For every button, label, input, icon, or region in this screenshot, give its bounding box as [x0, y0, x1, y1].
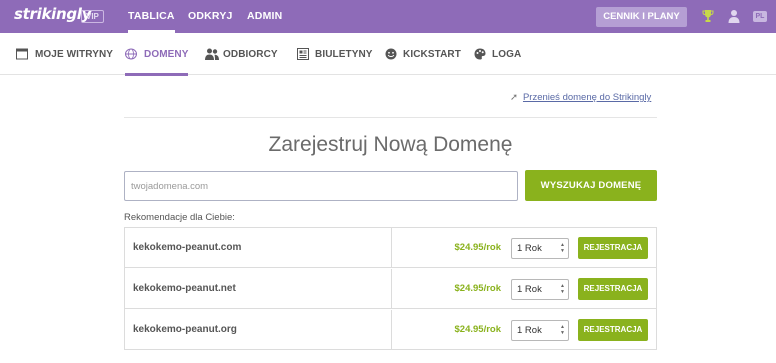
divider	[124, 117, 657, 118]
subnav-loga[interactable]: LOGA	[474, 33, 521, 75]
dashboard-subnav: MOJE WITRYNY DOMENY ODBIORCY BIULETYNY K…	[0, 33, 776, 76]
transfer-domain-link[interactable]: ➚ Przenieś domenę do Strikingly	[510, 92, 651, 103]
language-switcher[interactable]: PL	[753, 11, 767, 22]
column-divider	[391, 228, 392, 267]
transfer-domain-label: Przenieś domenę do Strikingly	[522, 92, 652, 103]
smile-icon	[385, 48, 397, 60]
recommendations-table: kekokemo-peanut.com $24.95/rok 1 Rok ▲ ▼ …	[124, 227, 657, 350]
table-row: kekokemo-peanut.com $24.95/rok 1 Rok ▲ ▼ …	[125, 228, 656, 268]
subnav-moje-witryny[interactable]: MOJE WITRYNY	[16, 33, 113, 75]
subnav-domeny[interactable]: DOMENY	[125, 33, 188, 76]
trophy-icon[interactable]	[702, 9, 714, 23]
palette-icon	[474, 48, 486, 60]
page-title: Zarejestruj Nową Domenę	[268, 133, 513, 156]
spinner-icon: ▲ ▼	[560, 242, 565, 254]
search-domain-button[interactable]: WYSZUKAJ DOMENĘ	[525, 170, 657, 201]
domain-price: $24.95/rok	[454, 283, 501, 294]
column-divider	[391, 310, 392, 350]
register-button[interactable]: REJESTRACJA	[578, 237, 648, 259]
users-icon	[205, 48, 219, 60]
spinner-icon: ▲ ▼	[560, 283, 565, 295]
table-row: kekokemo-peanut.net $24.95/rok 1 Rok ▲ ▼ …	[125, 269, 656, 309]
top-navbar: strikingly VIP TABLICA ODKRYJ ADMIN CENN…	[0, 0, 776, 33]
domain-price: $24.95/rok	[454, 324, 501, 335]
domain-search-input[interactable]	[124, 171, 518, 201]
domain-name: kekokemo-peanut.net	[133, 283, 236, 294]
nav-tablica[interactable]: TABLICA	[128, 0, 175, 33]
period-value: 1 Rok	[517, 284, 542, 295]
newsletter-icon	[297, 48, 309, 60]
recommendations-label: Rekomendacje dla Ciebie:	[124, 212, 235, 223]
globe-icon	[125, 48, 137, 60]
nav-admin[interactable]: ADMIN	[247, 0, 282, 33]
subnav-kickstart[interactable]: KICKSTART	[385, 33, 463, 75]
subnav-odbiorcy[interactable]: ODBIORCY	[205, 33, 278, 75]
period-value: 1 Rok	[517, 325, 542, 336]
nav-odkryj[interactable]: ODKRYJ	[188, 0, 233, 33]
period-select[interactable]: 1 Rok ▲ ▼	[511, 279, 569, 300]
period-select[interactable]: 1 Rok ▲ ▼	[511, 238, 569, 259]
spinner-icon: ▲ ▼	[560, 324, 565, 336]
vip-badge: VIP	[81, 10, 104, 23]
column-divider	[391, 269, 392, 308]
domain-name: kekokemo-peanut.org	[133, 324, 237, 335]
subnav-biuletyny[interactable]: BIULETYNY	[297, 33, 372, 75]
register-button[interactable]: REJESTRACJA	[578, 278, 648, 300]
domain-price: $24.95/rok	[454, 242, 501, 253]
strikingly-logo[interactable]: strikingly	[14, 5, 91, 23]
window-icon	[16, 48, 28, 60]
pricing-button[interactable]: CENNIK I PLANY	[596, 7, 687, 27]
period-value: 1 Rok	[517, 243, 542, 254]
table-row: kekokemo-peanut.org $24.95/rok 1 Rok ▲ ▼ …	[125, 310, 656, 350]
period-select[interactable]: 1 Rok ▲ ▼	[511, 320, 569, 341]
user-icon[interactable]	[728, 9, 740, 23]
domain-name: kekokemo-peanut.com	[133, 242, 242, 253]
arrow-right-icon: ➚	[510, 92, 518, 103]
register-button[interactable]: REJESTRACJA	[578, 319, 648, 341]
